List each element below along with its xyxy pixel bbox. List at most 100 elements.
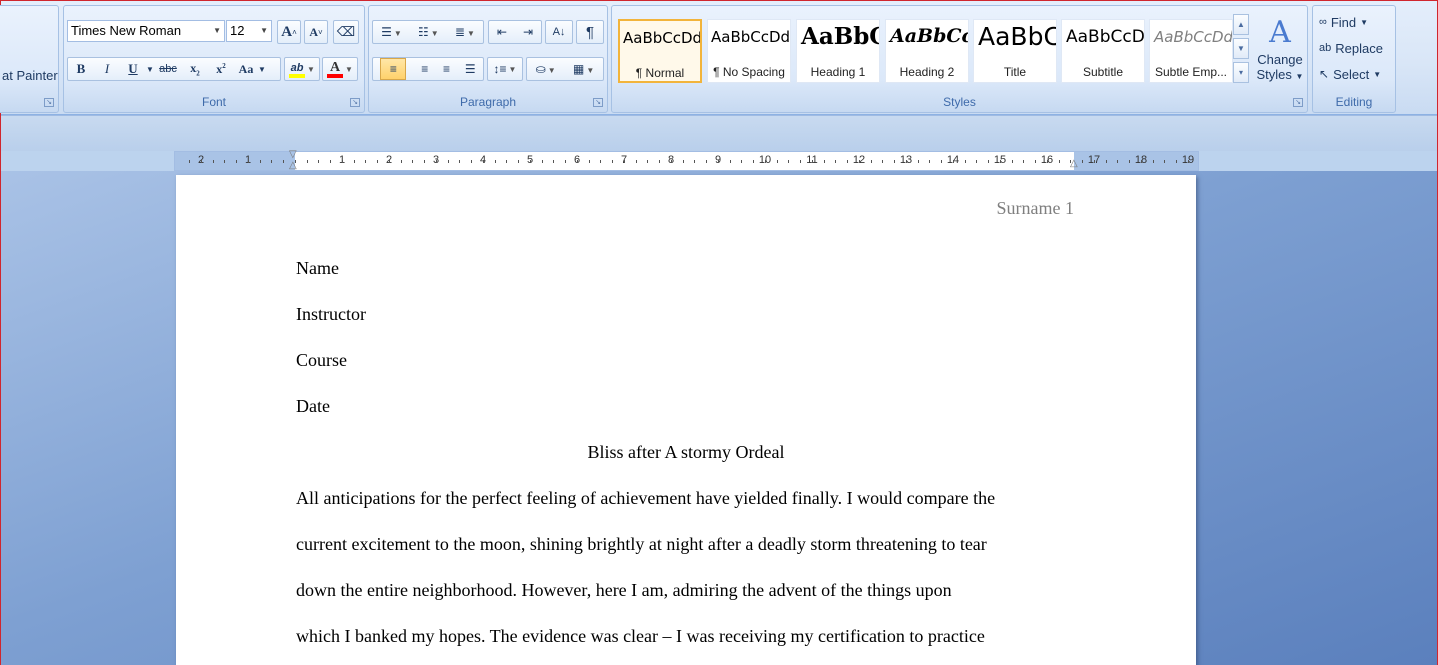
font-size-combo[interactable]: 12 ▼ [226,20,272,42]
style-name: Subtitle [1082,65,1124,79]
italic-button[interactable]: I [94,61,120,77]
bullets-button[interactable]: ☰ ▼ [381,25,402,39]
gallery-scroll-down-button[interactable]: ▼ [1233,38,1249,59]
style-normal[interactable]: AaBbCcDd ¶ Normal [618,19,702,83]
ruler-tick [730,160,731,163]
paragraph-dialog-launcher-icon[interactable]: ↘ [593,98,603,107]
ruler-tick [271,160,272,163]
gallery-scroll-up-button[interactable]: ▲ [1233,14,1249,35]
decrease-indent-icon[interactable]: ⇤ [497,25,507,39]
select-button[interactable]: ↖ Select ▼ [1319,64,1381,84]
hanging-indent-icon[interactable]: △ [289,160,297,171]
clipboard-dialog-launcher-icon[interactable]: ↘ [44,98,54,107]
ruler-tick [459,160,460,163]
ruler-tick [1023,160,1024,163]
multilevel-list-icon: ≣ [454,25,465,39]
styles-group: AaBbCcDd ¶ Normal AaBbCcDd ¶ No Spacing … [611,5,1308,113]
align-center-button[interactable]: ≡ [421,62,428,76]
ruler-tick [436,160,437,163]
ruler-tick [448,160,449,163]
style-subtle-emphasis[interactable]: AaBbCcDd Subtle Emp... [1149,19,1233,83]
ruler-tick [260,160,261,163]
style-name: Subtle Emp... [1154,65,1228,79]
sort-button[interactable]: A↓ [545,20,573,44]
shading-button[interactable]: ⛀ ▼ [536,62,556,76]
ruler-tick [1094,160,1095,163]
right-indent-icon[interactable]: △ [1070,158,1078,169]
show-formatting-button[interactable]: ¶ [576,20,604,44]
chevron-down-icon[interactable]: ▼ [258,65,266,74]
style-heading-2[interactable]: AaBbCc Heading 2 [885,19,969,83]
line-spacing-button[interactable]: ↕≡ ▼ [487,57,523,81]
style-title[interactable]: AaBbC Title [973,19,1057,83]
style-subtitle[interactable]: AaBbCcD Subtitle [1061,19,1145,83]
horizontal-ruler[interactable]: 2112345678910111213141516171819 ▽ △ △ [174,149,1199,171]
ruler-tick [835,160,836,163]
ruler-tick [976,160,977,163]
font-format-toolbar: B I U ▼ abc x2 x2 Aa ▼ [67,57,281,81]
ruler-tick [1000,160,1001,163]
heading-line-date: Date [296,396,330,416]
clear-formatting-button[interactable]: ⌫ [333,20,359,44]
bullet-list-icon: ☰ [381,25,392,39]
body-line: All anticipations for the perfect feelin… [296,488,996,508]
multilevel-list-button[interactable]: ≣ ▼ [455,25,475,39]
highlight-button[interactable]: ab ▼ [284,57,320,81]
chevron-down-icon: ▼ [213,26,221,35]
ruler-tick [683,160,684,163]
chevron-down-icon[interactable]: ▼ [146,65,154,74]
change-styles-label-2-text: Styles [1256,67,1292,82]
borders-icon: ▦ [573,62,585,76]
shrink-font-button[interactable]: A ˅ [304,20,328,44]
font-dialog-launcher-icon[interactable]: ↘ [350,98,360,107]
align-left-button[interactable]: ≡ [380,58,407,80]
change-case-button[interactable]: Aa [234,62,258,77]
font-name-combo[interactable]: Times New Roman ▼ [67,20,225,42]
ruler-tick [342,160,343,163]
underline-button[interactable]: U [120,61,146,77]
ruler-tick [365,160,366,163]
superscript-button[interactable]: x2 [208,62,234,77]
chevron-down-icon: ▼ [307,64,315,74]
font-color-icon: A [327,59,344,78]
format-painter-button[interactable]: at Painter [2,68,58,83]
subscript-button[interactable]: x2 [182,61,208,77]
font-color-button[interactable]: A ▼ [322,57,358,81]
paragraph-group: ☰ ▼ ☷ ▼ ≣ ▼ ⇤ ⇥ A↓ ¶ ≡ ≡ ≡ ☰ ↕≡ ▼ ⛀ ▼ ▦ ▼ Para… [368,5,608,113]
styles-dialog-launcher-icon[interactable]: ↘ [1293,98,1303,107]
ruler-tick [1117,160,1118,163]
ruler-tick [354,160,355,163]
style-name: Title [1003,65,1027,79]
numbering-button[interactable]: ☷ ▼ [418,25,439,39]
find-button[interactable]: ∞ Find ▼ [1319,12,1368,32]
increase-indent-icon[interactable]: ⇥ [523,25,533,39]
style-no-spacing[interactable]: AaBbCcDd ¶ No Spacing [707,19,791,83]
gallery-more-button[interactable]: ▾ [1233,62,1249,83]
ruler-tick [401,160,402,163]
strikethrough-button[interactable]: abc [154,63,182,75]
bold-button[interactable]: B [68,61,94,77]
style-sample: AaBbCc [890,25,969,47]
indent-toolbar: ⇤ ⇥ [488,20,542,44]
change-styles-button[interactable]: A Change Styles ▼ [1254,14,1306,92]
style-heading-1[interactable]: AaBbC Heading 1 [796,19,880,83]
ruler-tick [1035,160,1036,163]
borders-button[interactable]: ▦ ▼ [573,62,594,76]
ruler-tick [612,160,613,163]
align-right-button[interactable]: ≡ [443,62,450,76]
font-color-label: A [329,59,341,75]
chevron-down-icon: ▼ [1360,17,1369,27]
replace-button[interactable]: ab Replace [1319,38,1383,58]
grow-font-button[interactable]: A ˄ [277,20,301,44]
justify-button[interactable]: ☰ [465,62,476,76]
first-line-indent-icon[interactable]: ▽ [289,149,297,160]
chevron-down-icon: ▼ [393,29,402,38]
cursor-arrow-icon: ↖ [1319,67,1330,81]
ruler-tick [777,160,778,163]
document-page[interactable]: Surname 1 Name Instructor Course Date Bl… [176,175,1196,665]
ruler-tick [518,160,519,163]
style-sample: AaBbC [801,23,880,50]
style-name: Heading 2 [899,65,955,79]
ruler-tick [318,160,319,163]
replace-icon: ab [1319,42,1332,54]
